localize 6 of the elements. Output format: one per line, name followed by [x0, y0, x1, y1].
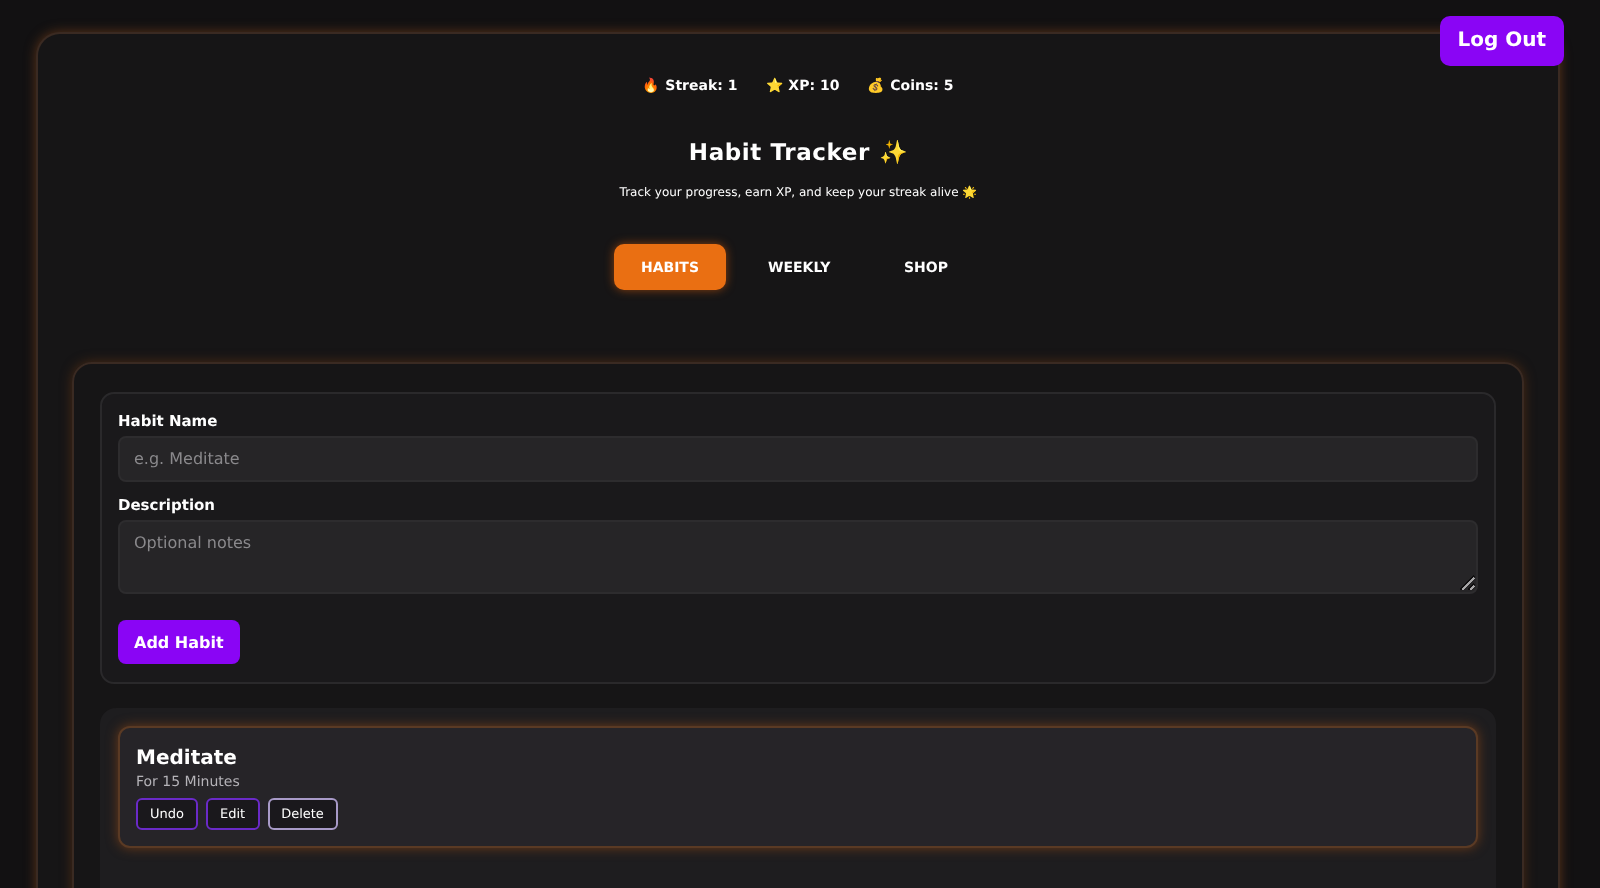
logout-button[interactable]: Log Out — [1439, 16, 1564, 66]
app-title: Habit Tracker ✨ — [688, 138, 908, 166]
habit-name: Meditate — [136, 748, 237, 770]
habit-name-field[interactable]: e.g. Meditate — [118, 436, 1478, 482]
add-habit-button[interactable]: Add Habit — [118, 620, 240, 664]
description-field[interactable]: Optional notes — [118, 520, 1478, 594]
